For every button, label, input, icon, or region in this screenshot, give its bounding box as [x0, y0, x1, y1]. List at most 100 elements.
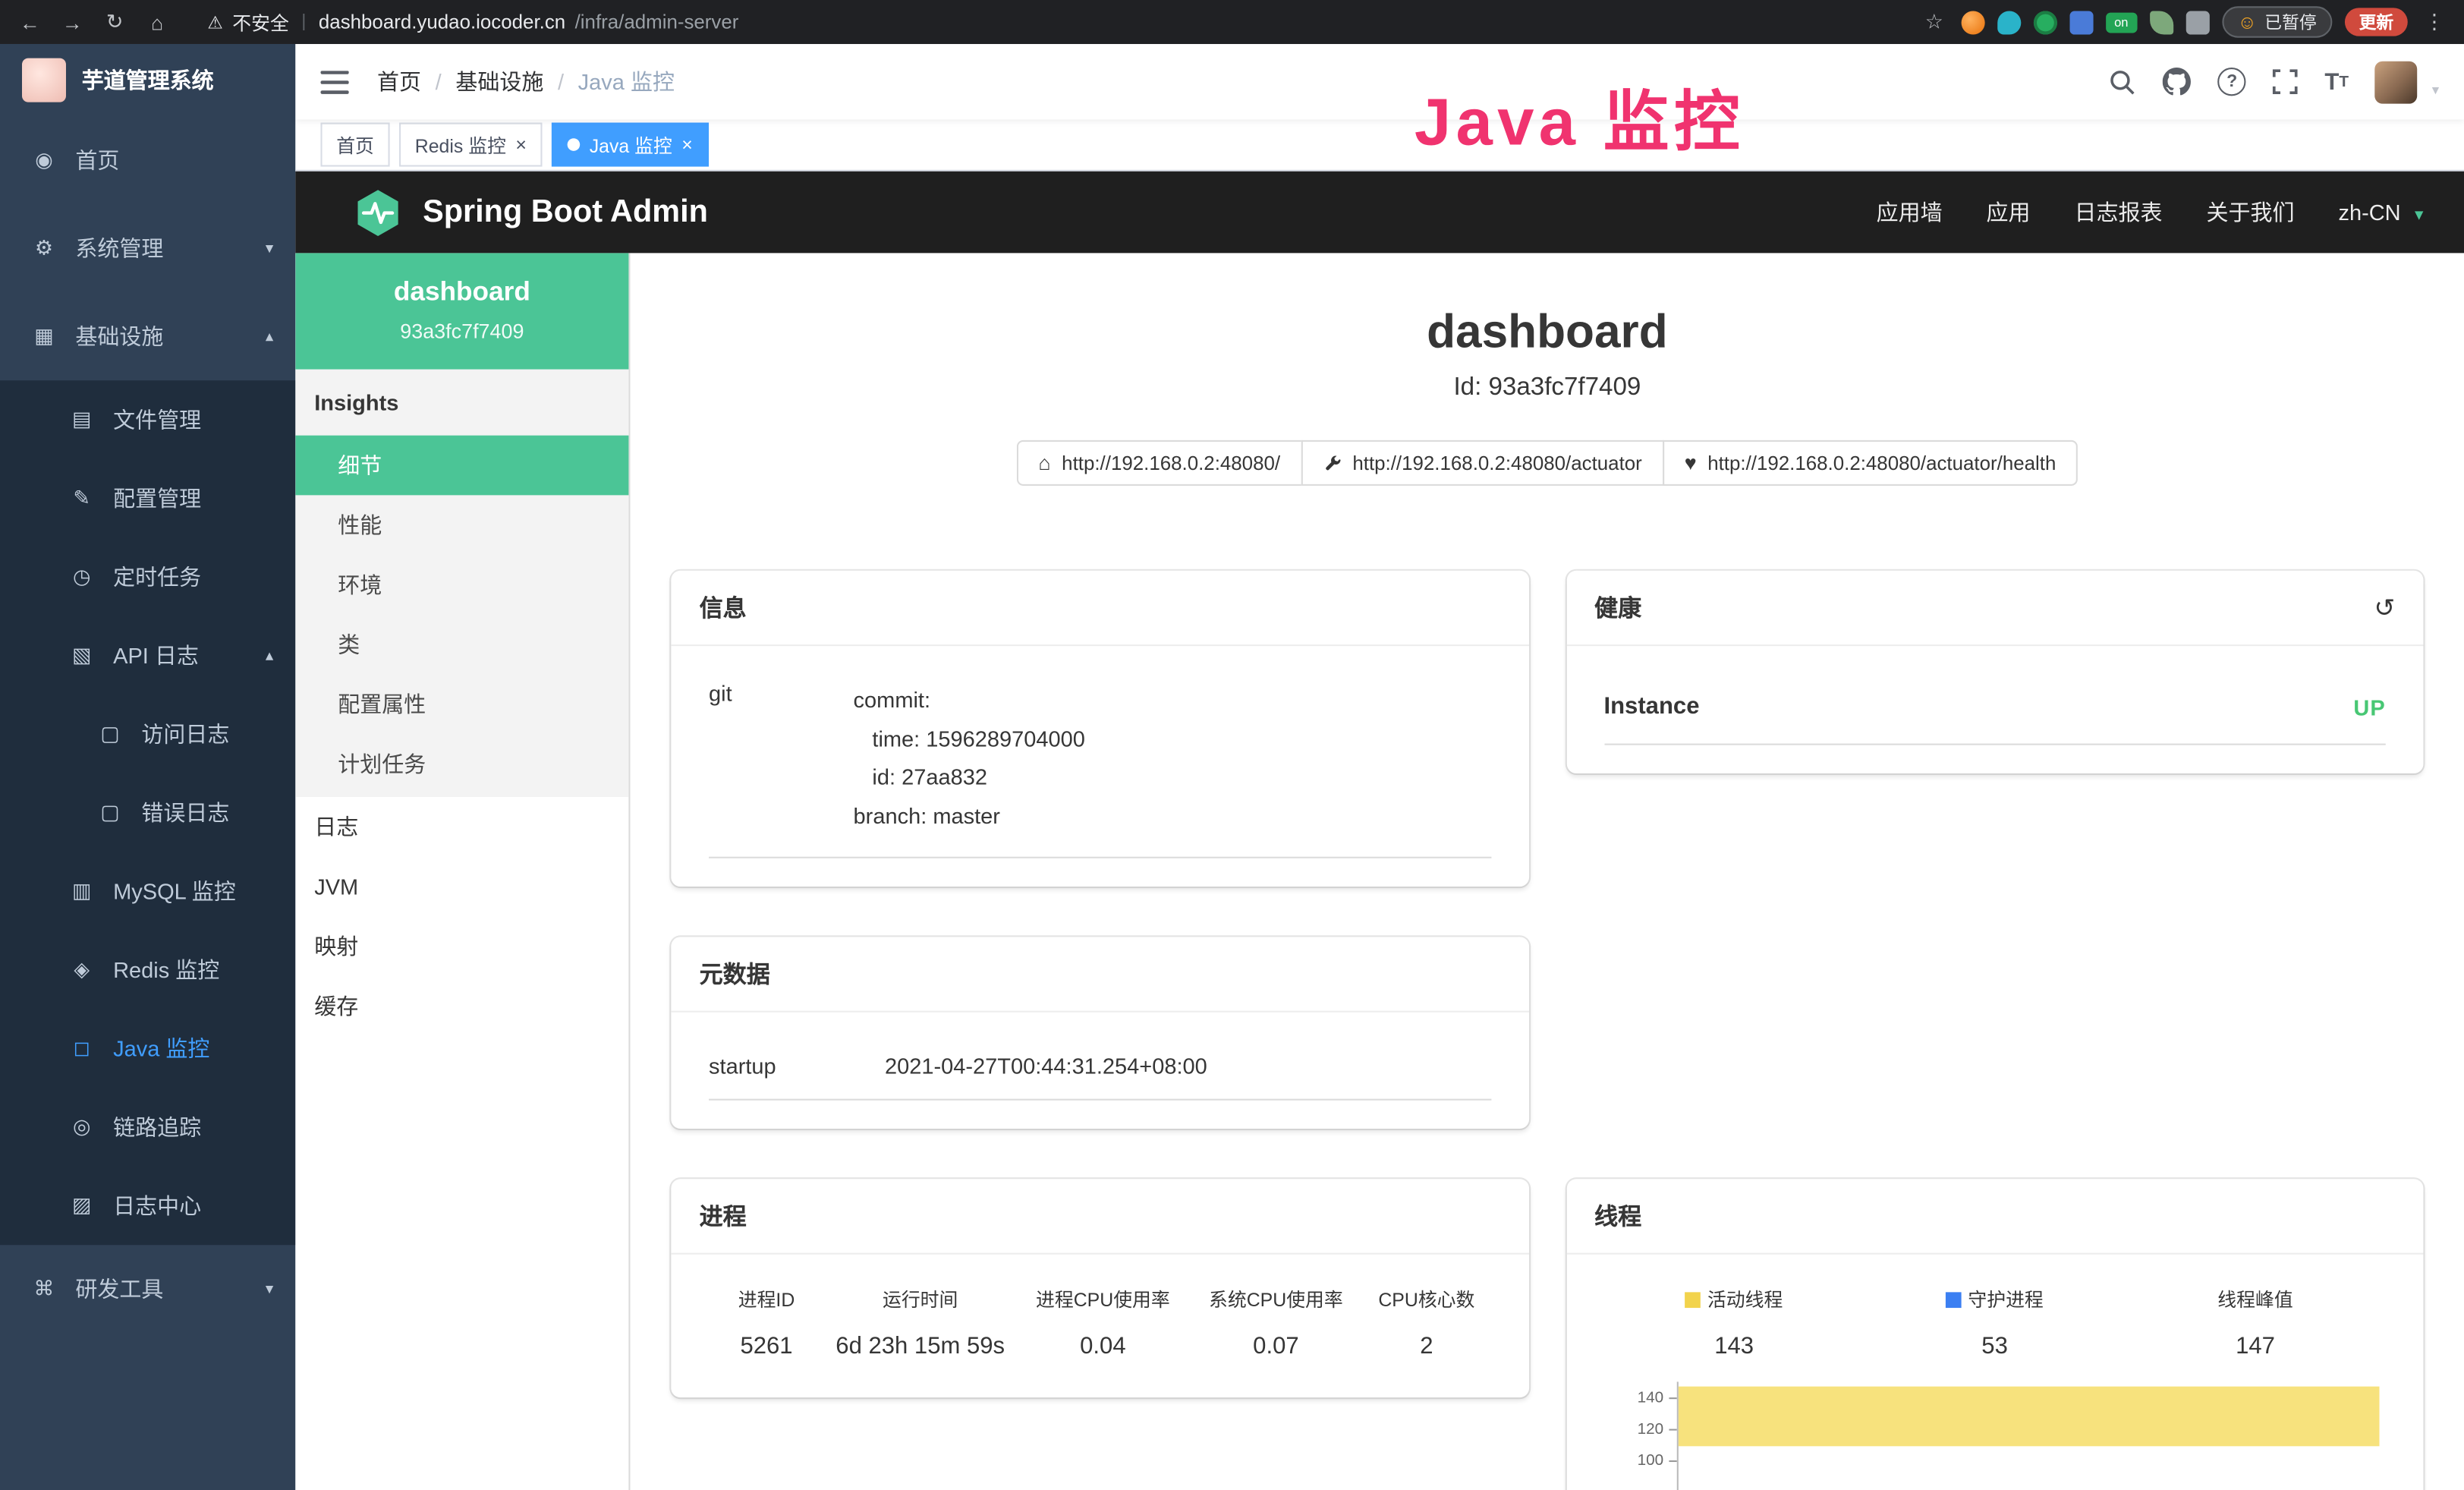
dashboard-icon: ◉ [31, 148, 56, 173]
health-url-link[interactable]: ♥ http://192.168.0.2:48080/actuator/heal… [1663, 440, 2079, 486]
sidebar-item-system[interactable]: ⚙ 系统管理 ▾ [0, 204, 295, 292]
sba-nav-journal[interactable]: 日志报表 [2075, 197, 2163, 228]
insights-item-env[interactable]: 环境 [295, 555, 628, 615]
sidebar-item-devtools[interactable]: ⌘ 研发工具 ▾ [0, 1245, 295, 1333]
tag-label: Redis 监控 [415, 131, 506, 158]
sba-nav-wallboard[interactable]: 应用墙 [1877, 197, 1943, 228]
sidebar-item-job[interactable]: ◷ 定时任务 [0, 537, 295, 616]
tag-java[interactable]: Java 监控 × [552, 123, 708, 167]
sidebar-item-infra[interactable]: ▦ 基础设施 ▴ [0, 292, 295, 380]
app-logo-row[interactable]: 芋道管理系统 [0, 44, 295, 116]
fullscreen-icon[interactable] [2273, 69, 2298, 94]
sba-nav-about[interactable]: 关于我们 [2206, 197, 2294, 228]
tag-home[interactable]: 首页 [320, 123, 389, 167]
cards-grid: 信息 git commit: time: 1596289704000 id: 2… [671, 571, 2423, 1490]
java-monitor-icon: ◻ [69, 1036, 94, 1061]
sidebar-item-access-log[interactable]: ▢ 访问日志 [0, 695, 295, 773]
chevron-up-icon: ▴ [266, 647, 273, 664]
sidebar-item-label: 日志中心 [113, 1190, 201, 1221]
process-col-proc-cpu: 进程CPU使用率 0.04 [1016, 1286, 1189, 1359]
threads-chart-plot [1676, 1381, 2386, 1490]
edit-icon: ✎ [69, 486, 94, 511]
help-icon[interactable]: ? [2218, 68, 2246, 96]
url-path: /infra/admin-server [575, 11, 739, 33]
breadcrumb-home[interactable]: 首页 [377, 66, 421, 97]
insights-item-details[interactable]: 细节 [295, 436, 628, 496]
sidebar-item-file[interactable]: ▤ 文件管理 [0, 380, 295, 459]
access-log-icon: ▢ [97, 722, 122, 747]
sidebar-item-config[interactable]: ✎ 配置管理 [0, 459, 295, 538]
error-log-icon: ▢ [97, 800, 122, 825]
extension-icon-drop[interactable] [1997, 10, 2021, 33]
tags-bar: 首页 Redis 监控 × Java 监控 × [295, 119, 2464, 171]
sidebar-item-error-log[interactable]: ▢ 错误日志 [0, 773, 295, 852]
home-icon[interactable]: ⌂ [143, 10, 171, 33]
chevron-down-icon: ▾ [266, 240, 273, 257]
sidebar-item-home[interactable]: ◉ 首页 [0, 116, 295, 204]
sidebar-item-log-center[interactable]: ▨ 日志中心 [0, 1167, 295, 1246]
extension-icon-on-badge[interactable]: on [2106, 12, 2137, 33]
sidebar-item-caches[interactable]: 缓存 [295, 976, 628, 1036]
breadcrumb-separator: / [558, 69, 564, 94]
sidebar-item-java[interactable]: ◻ Java 监控 [0, 1010, 295, 1088]
extension-icon-orange[interactable] [1961, 10, 1984, 33]
wrench-icon [1323, 453, 1342, 472]
insights-item-metrics[interactable]: 性能 [295, 495, 628, 555]
startup-value: 2021-04-27T00:44:31.254+08:00 [885, 1054, 1207, 1079]
history-icon[interactable]: ↺ [2374, 592, 2395, 623]
sidebar-item-logs[interactable]: 日志 [295, 797, 628, 857]
sidebar-item-redis[interactable]: ◈ Redis 监控 [0, 931, 295, 1010]
instance-url-link[interactable]: ⌂ http://192.168.0.2:48080/ [1016, 440, 1302, 486]
extension-icon-leaf[interactable] [2150, 10, 2173, 33]
search-icon[interactable] [2110, 68, 2136, 95]
font-size-icon[interactable]: TT [2324, 68, 2349, 95]
close-icon[interactable]: × [681, 135, 693, 154]
chevron-up-icon: ▴ [266, 328, 273, 345]
health-card: 健康 ↺ Instance UP [1566, 571, 2424, 773]
info-card-title: 信息 [671, 571, 1528, 646]
info-card: 信息 git commit: time: 1596289704000 id: 2… [671, 571, 1528, 887]
sba-nav-applications[interactable]: 应用 [1987, 197, 2031, 228]
update-button[interactable]: 更新 [2345, 8, 2408, 36]
extensions-puzzle-icon[interactable] [2186, 10, 2209, 33]
hamburger-icon[interactable] [320, 70, 348, 93]
actuator-url-link[interactable]: http://192.168.0.2:48080/actuator [1301, 440, 1664, 486]
address-bar[interactable]: ⚠ 不安全 | dashboard.yudao.iocoder.cn/infra… [207, 8, 738, 35]
sba-logo-icon [352, 186, 404, 238]
forward-icon[interactable]: → [58, 10, 87, 33]
legend-yellow-swatch [1685, 1291, 1701, 1307]
screen: ← → ↻ ⌂ ⚠ 不安全 | dashboard.yudao.iocoder.… [0, 0, 2464, 1490]
paused-badge[interactable]: ☺ 已暂停 [2222, 6, 2333, 37]
bookmark-star-icon[interactable]: ☆ [1920, 9, 1948, 34]
health-instance-row[interactable]: Instance UP [1603, 674, 2385, 745]
tag-redis[interactable]: Redis 监控 × [399, 123, 543, 167]
insights-group: Insights 细节 性能 环境 类 配置属性 计划任务 [295, 370, 628, 797]
close-icon[interactable]: × [515, 135, 527, 154]
extension-icon-green[interactable] [2033, 10, 2056, 33]
sidebar-item-jvm[interactable]: JVM [295, 857, 628, 917]
page-title: dashboard [630, 307, 2464, 360]
threads-card: 线程 活动线程 143 守护进程 53 [1566, 1179, 2424, 1490]
insights-item-configprops[interactable]: 配置属性 [295, 674, 628, 734]
menu-dots-icon[interactable]: ⋮ [2420, 9, 2448, 34]
sidebar-item-mysql[interactable]: ▥ MySQL 监控 [0, 852, 295, 931]
sba-links: 应用墙 应用 日志报表 关于我们 zh-CN ▾ [1877, 197, 2424, 228]
github-icon[interactable] [2163, 68, 2191, 96]
sidebar-item-mappings[interactable]: 映射 [295, 916, 628, 976]
timer-icon: ◷ [69, 564, 94, 589]
extension-icon-grid[interactable] [2069, 10, 2093, 33]
locale-select[interactable]: zh-CN ▾ [2338, 200, 2423, 225]
sidebar-item-label: 访问日志 [141, 718, 229, 749]
reload-icon[interactable]: ↻ [101, 9, 129, 34]
sba-brand[interactable]: Spring Boot Admin [352, 186, 708, 238]
api-log-icon: ▧ [69, 643, 94, 668]
link-label: http://192.168.0.2:48080/actuator [1352, 452, 1641, 474]
insights-item-scheduled[interactable]: 计划任务 [295, 734, 628, 794]
breadcrumb-infra[interactable]: 基础设施 [455, 66, 543, 97]
sidebar-item-trace[interactable]: ◎ 链路追踪 [0, 1088, 295, 1167]
instance-header[interactable]: dashboard 93a3fc7f7409 [295, 253, 628, 369]
sidebar-item-api-log[interactable]: ▧ API 日志 ▴ [0, 616, 295, 695]
insights-item-classes[interactable]: 类 [295, 615, 628, 675]
avatar[interactable] [2375, 61, 2418, 103]
back-icon[interactable]: ← [16, 10, 44, 33]
